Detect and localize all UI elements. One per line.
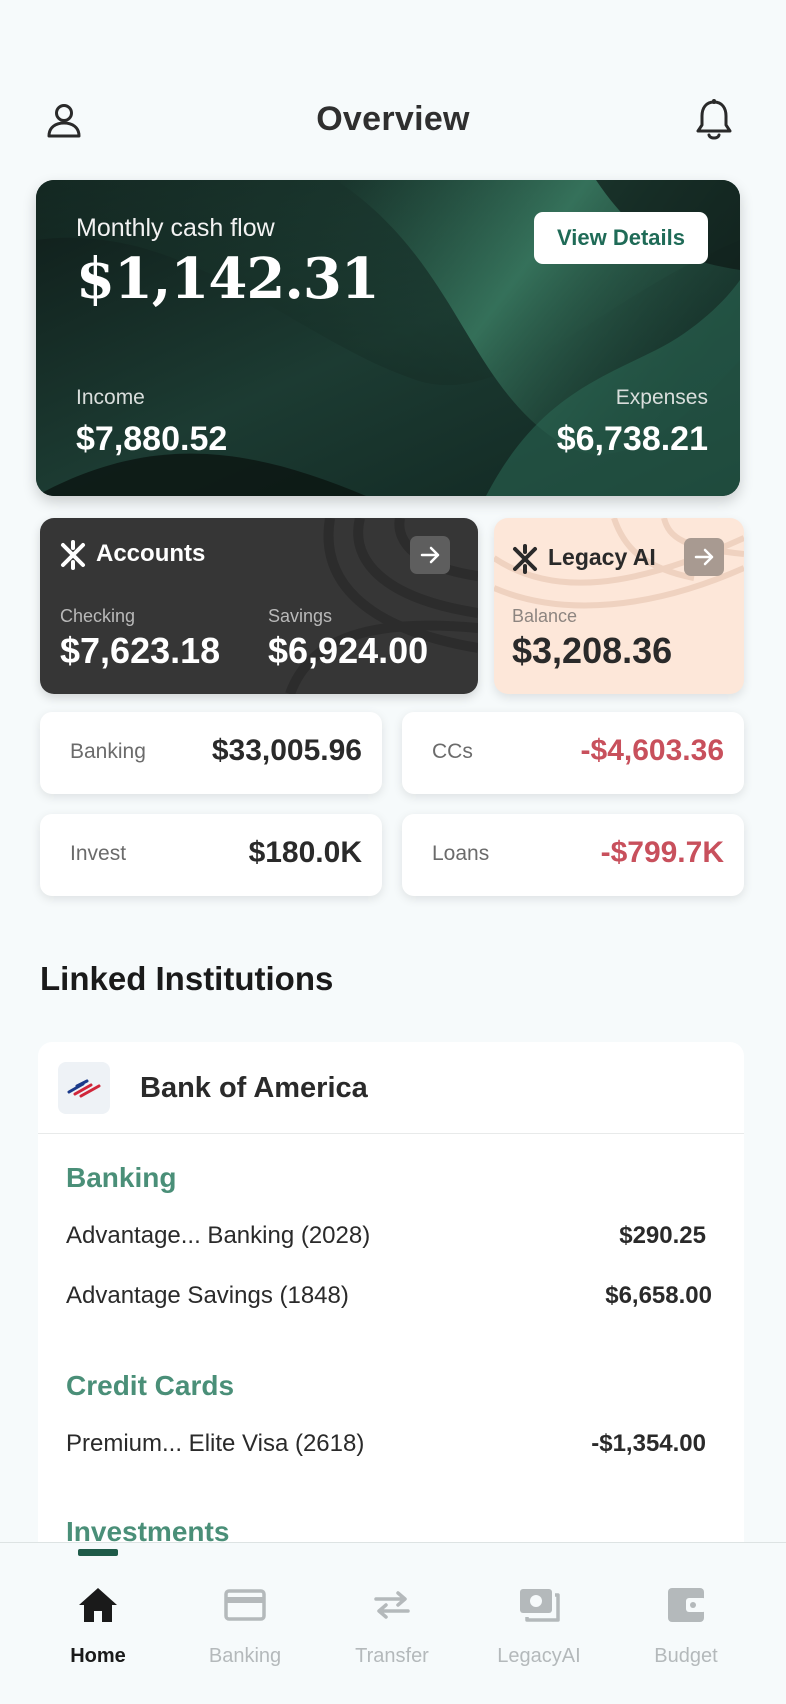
nav-label: LegacyAI	[497, 1645, 581, 1667]
tile-value: -$799.7K	[600, 836, 724, 869]
cashflow-amount: $1,142.31	[76, 246, 380, 312]
bank-logo-icon	[58, 1062, 110, 1114]
arrow-right-icon	[420, 546, 440, 564]
home-icon	[79, 1588, 117, 1622]
wallet-icon	[668, 1588, 706, 1622]
page-title: Overview	[316, 100, 470, 138]
checking-amount: $7,623.18	[60, 630, 221, 671]
nav-item-transfer[interactable]: Transfer	[327, 1583, 457, 1683]
legacy-ai-card[interactable]: Legacy AI Balance $3,208.36	[494, 518, 744, 694]
nav-label: Home	[70, 1645, 126, 1667]
header: Overview	[0, 86, 786, 152]
tile-value: $33,005.96	[211, 734, 362, 767]
accounts-title: Accounts	[96, 540, 206, 567]
bell-icon[interactable]	[694, 98, 734, 142]
cashflow-label: Monthly cash flow	[76, 214, 275, 242]
expenses-label: Expenses	[615, 386, 708, 409]
logo-icon	[58, 540, 88, 570]
legacy-ai-title: Legacy AI	[548, 544, 656, 570]
checking-label: Checking	[60, 606, 136, 626]
income-label: Income	[76, 386, 145, 409]
card-icon	[224, 1589, 266, 1621]
savings-label: Savings	[268, 606, 333, 626]
nav-item-home[interactable]: Home	[33, 1583, 163, 1683]
transfer-icon	[374, 1591, 410, 1619]
account-row[interactable]: Premium... Elite Visa (2618) -$1,354.00	[66, 1430, 706, 1464]
summary-tile-invest[interactable]: Invest $180.0K	[40, 814, 382, 896]
account-amount: $290.25	[619, 1222, 706, 1249]
expenses-amount: $6,738.21	[556, 420, 708, 458]
logo-icon	[510, 544, 540, 574]
bottom-nav: Home Banking Transfer LegacyAI Budget	[0, 1542, 786, 1704]
nav-label: Budget	[654, 1645, 718, 1667]
money-icon	[520, 1589, 560, 1622]
account-name: Premium... Elite Visa (2618)	[66, 1430, 365, 1457]
nav-label: Transfer	[355, 1645, 429, 1667]
balance-amount: $3,208.36	[512, 630, 673, 671]
legacy-arrow-button[interactable]	[684, 538, 724, 576]
summary-tile-banking[interactable]: Banking $33,005.96	[40, 712, 382, 794]
tile-value: -$4,603.36	[580, 734, 724, 767]
account-name: Advantage Savings (1848)	[66, 1282, 349, 1309]
nav-item-banking[interactable]: Banking	[180, 1583, 310, 1683]
tile-label: CCs	[432, 740, 473, 763]
nav-label: Banking	[208, 1645, 282, 1667]
summary-tile-loans[interactable]: Loans -$799.7K	[402, 814, 744, 896]
linked-institutions-title: Linked Institutions	[40, 960, 334, 997]
group-title-banking: Banking	[66, 1162, 177, 1193]
income-amount: $7,880.52	[76, 420, 228, 458]
nav-active-indicator	[78, 1549, 118, 1556]
tile-value: $180.0K	[248, 836, 362, 869]
account-row[interactable]: Advantage Savings (1848) $6,658.00	[66, 1282, 712, 1316]
accounts-arrow-button[interactable]	[410, 536, 450, 574]
savings-amount: $6,924.00	[268, 630, 429, 671]
tile-label: Banking	[70, 740, 146, 763]
institution-header[interactable]: Bank of America	[38, 1042, 744, 1134]
accounts-card[interactable]: Accounts Checking $7,623.18 Savings $6,9…	[40, 518, 478, 694]
group-title-credit-cards: Credit Cards	[66, 1370, 235, 1401]
summary-tile-ccs[interactable]: CCs -$4,603.36	[402, 712, 744, 794]
cashflow-card: Monthly cash flow $1,142.31 View Details…	[36, 180, 740, 496]
balance-label: Balance	[512, 606, 578, 626]
account-row[interactable]: Advantage... Banking (2028) $290.25	[66, 1222, 706, 1256]
arrow-right-icon	[694, 548, 714, 566]
tile-label: Loans	[432, 842, 490, 865]
account-amount: -$1,354.00	[591, 1430, 706, 1457]
nav-item-legacyai[interactable]: LegacyAI	[474, 1583, 604, 1683]
view-details-button[interactable]: View Details	[534, 212, 708, 264]
account-name: Advantage... Banking (2028)	[66, 1222, 371, 1249]
account-amount: $6,658.00	[605, 1282, 712, 1309]
institution-name: Bank of America	[140, 1072, 368, 1104]
tile-label: Invest	[70, 842, 127, 865]
nav-item-budget[interactable]: Budget	[621, 1583, 751, 1683]
